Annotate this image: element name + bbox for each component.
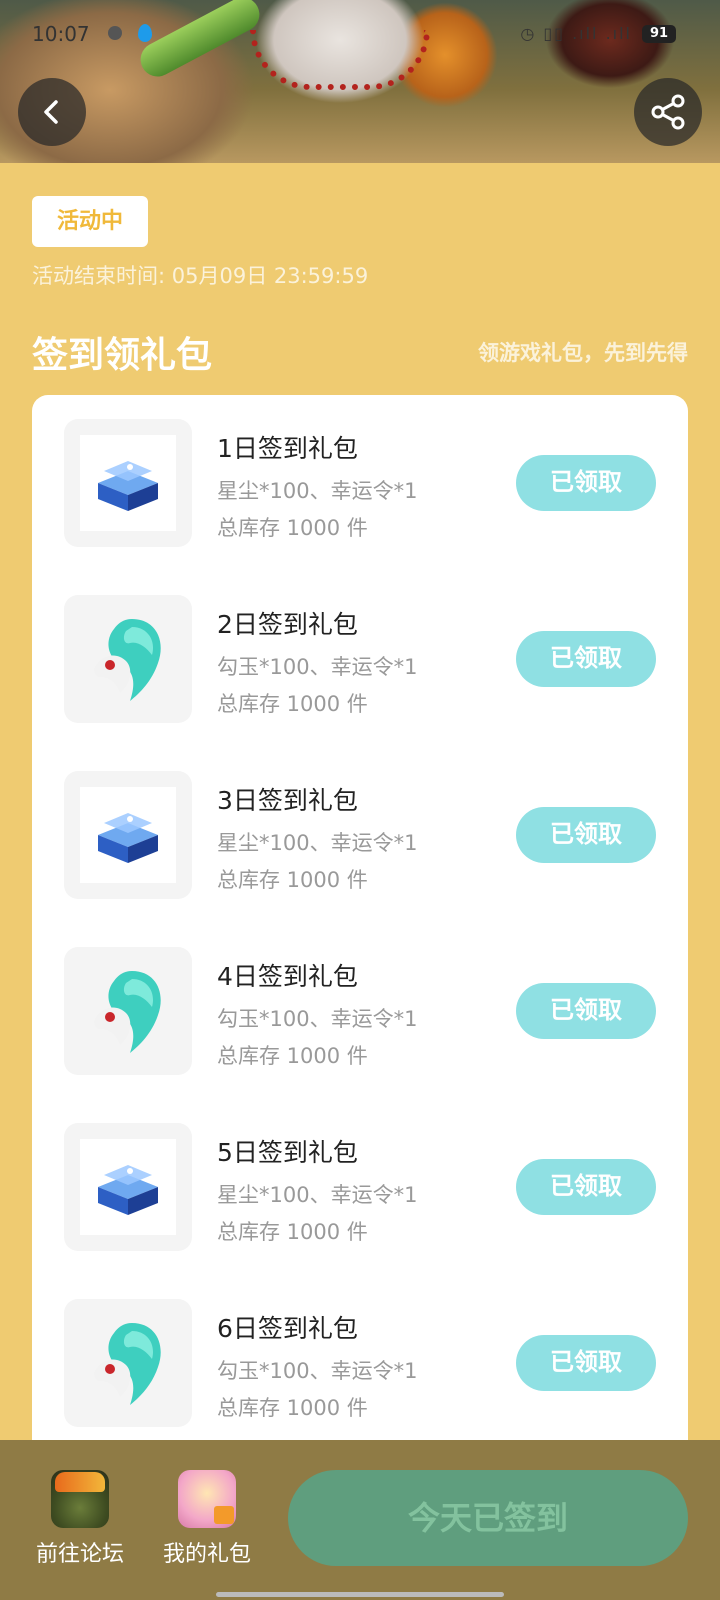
- signal-icons: ◷ ▯▯ .ıll .ıll: [520, 24, 632, 43]
- gift-stock: 总库存 1000 件: [217, 1396, 368, 1420]
- battery-icon: 91: [642, 25, 676, 43]
- status-badge: 活动中: [32, 196, 148, 247]
- section-title: 签到领礼包: [32, 335, 213, 376]
- gift-name: 5日签到礼包: [217, 1138, 358, 1167]
- gift-item: 5日签到礼包 星尘*100、幸运令*1 总库存 1000 件 已领取: [32, 1123, 688, 1253]
- gift-thumbnail: [64, 771, 192, 899]
- blue-chest-icon: [98, 461, 158, 511]
- gift-stock: 总库存 1000 件: [217, 692, 368, 716]
- activity-end-time: 活动结束时间: 05月09日 23:59:59: [32, 264, 369, 288]
- my-gifts-icon: [178, 1470, 236, 1528]
- gift-list: 1日签到礼包 星尘*100、幸运令*1 总库存 1000 件 已领取 2日签到礼…: [32, 395, 688, 1465]
- gift-item: 3日签到礼包 星尘*100、幸运令*1 总库存 1000 件 已领取: [32, 771, 688, 901]
- gift-item: 1日签到礼包 星尘*100、幸运令*1 总库存 1000 件 已领取: [32, 419, 688, 549]
- gift-name: 6日签到礼包: [217, 1314, 358, 1343]
- gift-description: 勾玉*100、幸运令*1: [217, 1007, 418, 1031]
- game-forum-icon: [51, 1470, 109, 1528]
- home-indicator[interactable]: [216, 1592, 504, 1597]
- gift-name: 4日签到礼包: [217, 962, 358, 991]
- back-button[interactable]: [18, 78, 86, 146]
- gift-item: 4日签到礼包 勾玉*100、幸运令*1 总库存 1000 件 已领取: [32, 947, 688, 1077]
- claimed-button[interactable]: 已领取: [516, 1159, 656, 1215]
- water-drop-icon: [138, 24, 152, 42]
- my-gifts-label: 我的礼包: [162, 1542, 251, 1567]
- gift-thumbnail: [64, 419, 192, 547]
- gift-name: 2日签到礼包: [217, 610, 358, 639]
- gift-description: 星尘*100、幸运令*1: [217, 831, 418, 855]
- claimed-button[interactable]: 已领取: [516, 807, 656, 863]
- claimed-button[interactable]: 已领取: [516, 1335, 656, 1391]
- gift-thumbnail: [64, 1299, 192, 1427]
- signed-in-button[interactable]: 今天已签到: [288, 1470, 688, 1566]
- claimed-button[interactable]: 已领取: [516, 455, 656, 511]
- share-button[interactable]: [634, 78, 702, 146]
- status-time: 10:07: [32, 22, 90, 46]
- gift-description: 星尘*100、幸运令*1: [217, 1183, 418, 1207]
- claimed-button[interactable]: 已领取: [516, 631, 656, 687]
- chevron-left-icon: [44, 100, 58, 124]
- forum-label: 前往论坛: [35, 1542, 124, 1567]
- gift-thumbnail: [64, 595, 192, 723]
- gift-thumbnail: [64, 947, 192, 1075]
- gift-name: 1日签到礼包: [217, 434, 358, 463]
- gift-stock: 总库存 1000 件: [217, 868, 368, 892]
- section-subtitle: 领游戏礼包，先到先得: [478, 341, 688, 365]
- blue-chest-icon: [98, 1165, 158, 1215]
- claimed-button[interactable]: 已领取: [516, 983, 656, 1039]
- chat-notification-icon: [108, 26, 122, 40]
- gift-item: 2日签到礼包 勾玉*100、幸运令*1 总库存 1000 件 已领取: [32, 595, 688, 725]
- blue-chest-icon: [98, 813, 158, 863]
- gift-stock: 总库存 1000 件: [217, 516, 368, 540]
- jade-magatama-icon: [94, 619, 161, 701]
- share-icon: [651, 94, 685, 130]
- gift-thumbnail: [64, 1123, 192, 1251]
- jade-magatama-icon: [94, 971, 161, 1053]
- gift-description: 勾玉*100、幸运令*1: [217, 655, 418, 679]
- gift-stock: 总库存 1000 件: [217, 1044, 368, 1068]
- gift-name: 3日签到礼包: [217, 786, 358, 815]
- bottom-bar: 前往论坛 我的礼包 今天已签到: [0, 1440, 720, 1600]
- status-bar: 10:07 ◷ ▯▯ .ıll .ıll 91: [0, 20, 720, 50]
- forum-link[interactable]: 前往论坛: [25, 1470, 135, 1568]
- gift-stock: 总库存 1000 件: [217, 1220, 368, 1244]
- gift-item: 6日签到礼包 勾玉*100、幸运令*1 总库存 1000 件 已领取: [32, 1299, 688, 1429]
- gift-description: 勾玉*100、幸运令*1: [217, 1359, 418, 1383]
- gift-description: 星尘*100、幸运令*1: [217, 479, 418, 503]
- jade-magatama-icon: [94, 1323, 161, 1405]
- my-gifts-link[interactable]: 我的礼包: [152, 1470, 262, 1568]
